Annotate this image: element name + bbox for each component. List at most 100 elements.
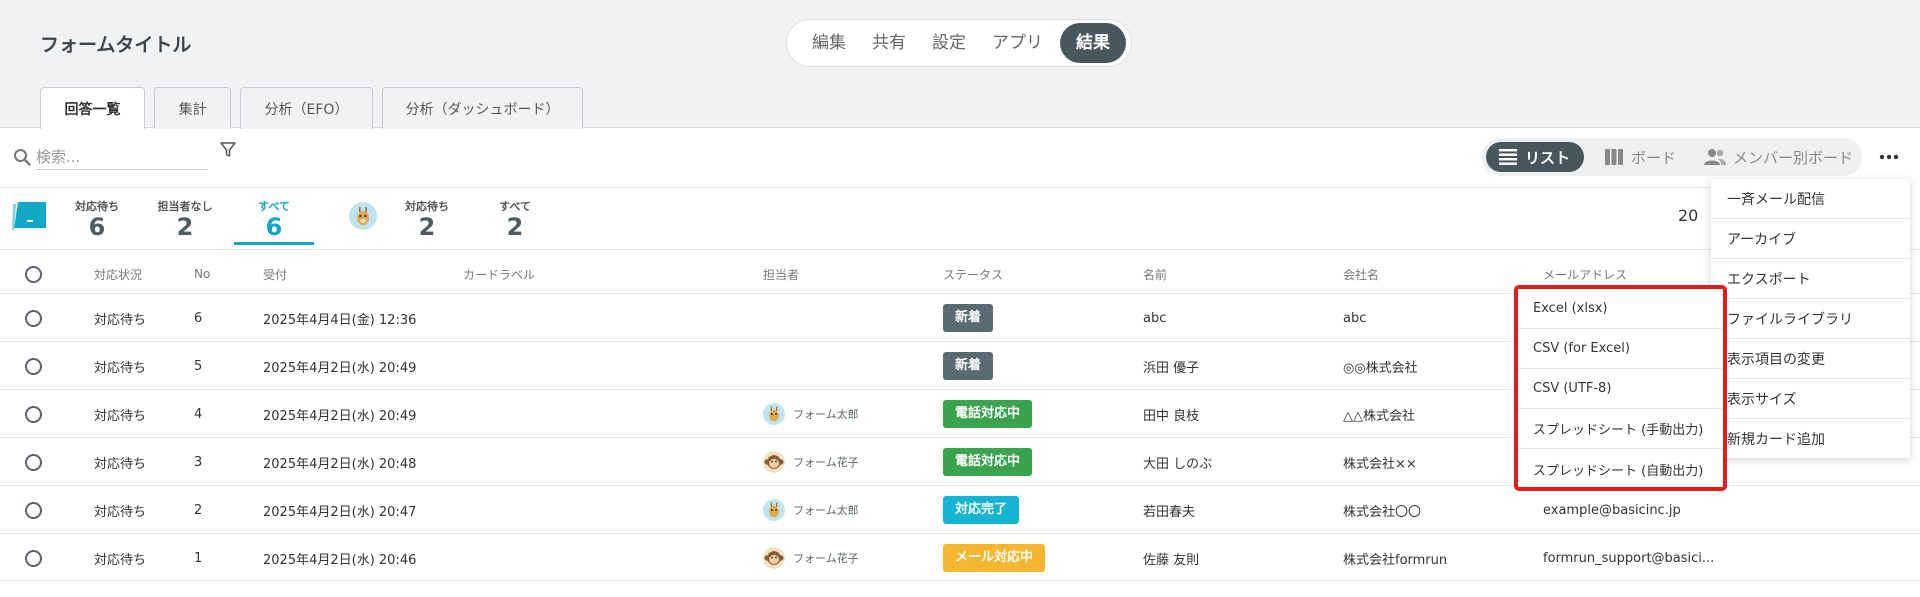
menu-item-export[interactable]: エクスポート: [1711, 259, 1910, 299]
row-radio[interactable]: [25, 534, 42, 582]
tab-summary[interactable]: 集計: [154, 87, 231, 129]
list-icon: [1499, 149, 1517, 165]
view-board-label: ボード: [1631, 148, 1677, 167]
mode-share[interactable]: 共有: [859, 23, 919, 63]
counter-value: 2: [506, 213, 524, 241]
row-state: 電話対応中: [943, 390, 1033, 438]
view-member-board[interactable]: メンバー別ボード: [1704, 142, 1853, 172]
per-page-select[interactable]: 20: [1678, 206, 1698, 225]
giraffe-icon: [769, 406, 779, 422]
row-assignee[interactable]: フォーム花子: [763, 438, 859, 486]
counter-all[interactable]: すべて 6: [250, 198, 298, 240]
table-row[interactable]: 対応待ち 2 2025年4月2日(水) 20:47 フォーム太郎 対応完了 若田…: [0, 485, 1920, 533]
counter-value: 2: [176, 213, 194, 241]
view-list[interactable]: リスト: [1486, 142, 1585, 172]
export-csv-excel[interactable]: CSV (for Excel): [1518, 329, 1723, 369]
mode-edit[interactable]: 編集: [799, 23, 859, 63]
avatar: [763, 499, 785, 521]
counter-label: 対応待ち: [75, 200, 119, 213]
status-badge[interactable]: 電話対応中: [943, 448, 1033, 476]
row-status: 対応待ち: [94, 456, 147, 472]
row-name: 若田春夫: [1143, 504, 1196, 520]
row-name: 佐藤 友則: [1143, 552, 1200, 568]
counter-member-pending[interactable]: 対応待ち 2: [402, 198, 452, 240]
view-board[interactable]: ボード: [1604, 142, 1676, 172]
more-icon[interactable]: [1878, 150, 1900, 164]
tab-dashboard-analysis[interactable]: 分析（ダッシュボード）: [382, 87, 583, 129]
mode-apps[interactable]: アプリ: [979, 23, 1056, 63]
members-icon: [1704, 149, 1726, 165]
row-name: abc: [1143, 310, 1167, 326]
menu-item-display-size[interactable]: 表示サイズ: [1711, 379, 1910, 419]
export-submenu: Excel (xlsx) CSV (for Excel) CSV (UTF-8)…: [1514, 285, 1727, 491]
tab-efo-analysis[interactable]: 分析（EFO）: [240, 87, 373, 129]
row-company: 株式会社〇〇: [1343, 504, 1422, 520]
row-radio[interactable]: [25, 342, 42, 390]
column-header-card-label[interactable]: カードラベル: [463, 250, 535, 298]
menu-item-bulk-mail[interactable]: 一斉メール配信: [1711, 179, 1910, 219]
avatar: [349, 202, 377, 230]
assignee-name: フォーム花子: [793, 552, 859, 565]
status-badge[interactable]: メール対応中: [943, 544, 1046, 572]
menu-item-archive[interactable]: アーカイブ: [1711, 219, 1910, 259]
export-spreadsheet-auto[interactable]: スプレッドシート (自動出力): [1518, 449, 1723, 489]
board-icon: [1605, 149, 1623, 165]
row-company: 株式会社formrun: [1343, 552, 1448, 568]
mode-results[interactable]: 結果: [1060, 23, 1126, 63]
column-header-received[interactable]: 受付: [263, 250, 287, 298]
status-badge[interactable]: 新着: [943, 352, 994, 380]
counter-member-all[interactable]: すべて 2: [490, 198, 540, 240]
row-state: 新着: [943, 294, 994, 342]
row-company: 株式会社××: [1343, 456, 1417, 472]
row-radio[interactable]: [25, 294, 42, 342]
row-radio[interactable]: [25, 438, 42, 486]
counter-unassigned[interactable]: 担当者なし 2: [152, 198, 218, 240]
row-status: 対応待ち: [94, 408, 147, 424]
active-counter-indicator: [234, 242, 314, 245]
export-spreadsheet-manual[interactable]: スプレッドシート (手動出力): [1518, 409, 1723, 449]
menu-item-file-library[interactable]: ファイルライブラリ: [1711, 299, 1910, 339]
status-badge[interactable]: 対応完了: [943, 496, 1020, 524]
column-header-company[interactable]: 会社名: [1343, 250, 1379, 298]
row-no: 2: [194, 502, 203, 518]
column-header-status[interactable]: 対応状況: [94, 250, 142, 298]
counter-pending-all[interactable]: 対応待ち 6: [72, 198, 122, 240]
mode-settings[interactable]: 設定: [919, 23, 979, 63]
counter-label: 担当者なし: [157, 200, 213, 213]
row-radio[interactable]: [25, 486, 42, 534]
row-assignee[interactable]: フォーム太郎: [763, 486, 859, 534]
row-assignee[interactable]: フォーム太郎: [763, 390, 859, 438]
row-received: 2025年4月2日(水) 20:46: [263, 552, 417, 568]
menu-item-new-card[interactable]: 新規カード追加: [1711, 419, 1910, 459]
search-input[interactable]: [36, 144, 208, 170]
filter-icon[interactable]: [219, 141, 237, 159]
row-status: 対応待ち: [94, 552, 147, 568]
column-header-no[interactable]: No: [194, 250, 210, 298]
divider: [0, 580, 1920, 581]
monkey-icon: [764, 551, 784, 565]
export-csv-utf8[interactable]: CSV (UTF-8): [1518, 369, 1723, 409]
row-no: 1: [194, 550, 203, 566]
status-badge[interactable]: 新着: [943, 304, 994, 332]
row-received: 2025年4月2日(水) 20:49: [263, 360, 417, 376]
table-row[interactable]: 対応待ち 1 2025年4月2日(水) 20:46 フォーム花子 メール対応中 …: [0, 533, 1920, 581]
row-no: 6: [194, 310, 203, 326]
select-all-radio[interactable]: [25, 250, 42, 298]
top-bar: フォームタイトル 編集 共有 設定 アプリ 結果 回答一覧 集計 分析（EFO）…: [0, 0, 1920, 129]
row-email: formrun_support@basici...: [1543, 550, 1715, 566]
status-badge[interactable]: 電話対応中: [943, 400, 1033, 428]
tab-responses[interactable]: 回答一覧: [40, 87, 145, 129]
column-header-state[interactable]: ステータス: [943, 250, 1003, 298]
column-header-name[interactable]: 名前: [1143, 250, 1167, 298]
export-xlsx[interactable]: Excel (xlsx): [1518, 289, 1723, 329]
menu-item-change-columns[interactable]: 表示項目の変更: [1711, 339, 1910, 379]
column-header-assignee[interactable]: 担当者: [763, 250, 799, 298]
row-assignee[interactable]: フォーム花子: [763, 534, 859, 582]
view-switch: リスト ボード メンバー別ボード: [1482, 138, 1862, 176]
more-menu: 一斉メール配信 アーカイブ エクスポート ファイルライブラリ 表示項目の変更 表…: [1711, 179, 1910, 458]
counter-label: すべて: [258, 200, 290, 213]
row-radio[interactable]: [25, 390, 42, 438]
row-company: abc: [1343, 310, 1367, 326]
giraffe-icon: [769, 502, 779, 518]
search-icon: [14, 149, 31, 166]
